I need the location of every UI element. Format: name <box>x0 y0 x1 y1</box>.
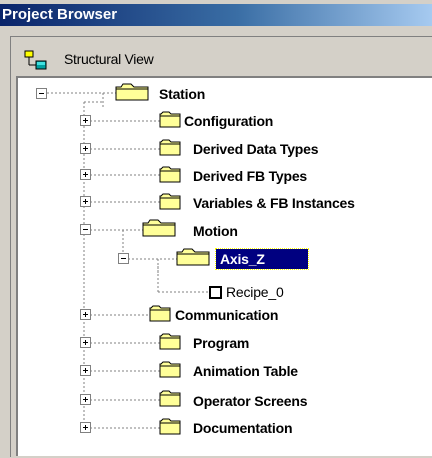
folder-icon <box>142 219 176 242</box>
project-tree[interactable]: Station Configuration Derived Data Types… <box>16 76 432 456</box>
folder-icon <box>159 333 181 355</box>
folder-icon <box>159 418 181 440</box>
folder-icon <box>159 139 181 161</box>
folder-icon <box>115 83 149 106</box>
folder-icon <box>159 193 181 215</box>
project-browser-window: Project Browser Structural View Station … <box>0 0 432 457</box>
tree-item-derived-data-types[interactable]: Derived Data Types <box>193 140 319 158</box>
tree-item-program[interactable]: Program <box>193 334 249 352</box>
collapse-motion-button[interactable] <box>80 224 91 235</box>
tree-item-animation-table[interactable]: Animation Table <box>193 362 298 380</box>
tree-item-motion[interactable]: Motion <box>193 222 238 240</box>
tree-item-communication[interactable]: Communication <box>175 306 278 324</box>
folder-icon <box>159 111 181 133</box>
tree-item-derived-fb-types[interactable]: Derived FB Types <box>193 167 307 185</box>
folder-icon <box>159 166 181 188</box>
tree-item-axis-z[interactable]: Axis_Z <box>215 248 309 270</box>
expand-configuration-button[interactable] <box>80 115 91 126</box>
tree-item-variables-fb-instances[interactable]: Variables & FB Instances <box>193 194 355 212</box>
tree-item-recipe-0[interactable]: Recipe_0 <box>226 283 284 301</box>
expand-derived-fb-types-button[interactable] <box>80 169 91 180</box>
recipe-checkbox-icon[interactable] <box>209 286 222 299</box>
collapse-axis-z-button[interactable] <box>118 253 129 264</box>
tree-item-operator-screens[interactable]: Operator Screens <box>193 392 307 410</box>
view-label: Structural View <box>64 51 154 67</box>
expand-derived-data-types-button[interactable] <box>80 143 91 154</box>
expand-animation-table-button[interactable] <box>80 365 91 376</box>
tree-item-documentation[interactable]: Documentation <box>193 419 292 437</box>
expand-communication-button[interactable] <box>80 309 91 320</box>
tree-item-station[interactable]: Station <box>159 85 205 103</box>
view-selector[interactable]: Structural View <box>18 44 432 74</box>
folder-icon <box>159 390 181 412</box>
expand-program-button[interactable] <box>80 337 91 348</box>
folder-icon <box>176 248 210 271</box>
tree-item-configuration[interactable]: Configuration <box>184 112 273 130</box>
folder-icon <box>159 361 181 383</box>
folder-icon <box>149 305 171 327</box>
expand-operator-screens-button[interactable] <box>80 394 91 405</box>
collapse-station-button[interactable] <box>36 88 47 99</box>
window-title: Project Browser <box>0 4 432 26</box>
expand-documentation-button[interactable] <box>80 422 91 433</box>
expand-variables-button[interactable] <box>80 196 91 207</box>
